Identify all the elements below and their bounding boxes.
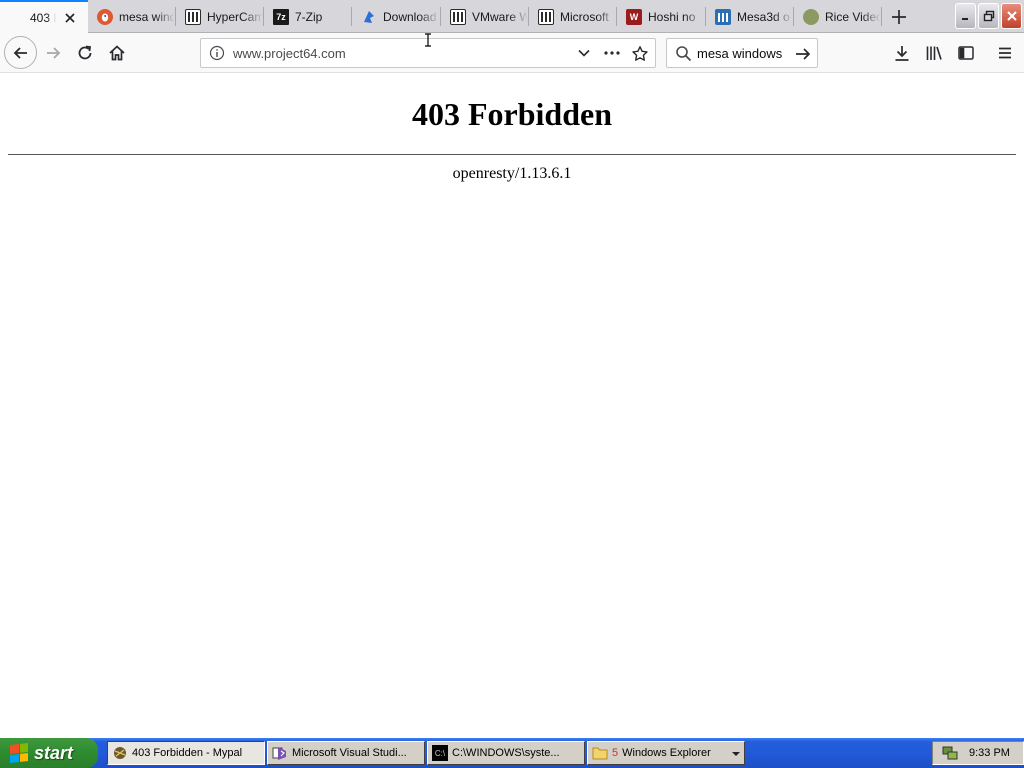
tab-vmware[interactable]: VMware W <box>441 0 529 33</box>
start-label: start <box>34 742 74 763</box>
group-count: 5 <box>612 747 619 759</box>
tab-label: Mesa3d o <box>737 9 790 24</box>
minimize-icon <box>961 18 968 20</box>
page-content: 403 Forbidden openresty/1.13.6.1 <box>0 74 1024 738</box>
search-icon <box>676 46 692 62</box>
restore-icon <box>983 10 994 22</box>
tab-hoshi-no[interactable]: W Hoshi no <box>617 0 706 33</box>
page-heading: 403 Forbidden <box>411 96 613 132</box>
search-bar[interactable]: mesa windows <box>666 38 818 68</box>
sourceforge-icon <box>538 8 554 25</box>
back-button[interactable] <box>4 36 37 69</box>
server-signature: openresty/1.13.6.1 <box>452 165 572 182</box>
taskbar: start 403 Forbidden - Mypal Microsoft Vi… <box>0 738 1024 768</box>
restore-button[interactable] <box>978 3 999 29</box>
minimize-button[interactable] <box>955 3 976 29</box>
taskbar-item-label: C:\WINDOWS\syste... <box>452 747 560 759</box>
plus-icon <box>892 10 906 24</box>
visual-studio-icon <box>272 745 288 761</box>
tab-rice-video[interactable]: Rice Video <box>794 0 882 33</box>
reload-button[interactable] <box>73 41 97 65</box>
duckduckgo-icon <box>97 8 113 25</box>
home-button[interactable] <box>105 41 129 65</box>
taskbar-item-label: 403 Forbidden - Mypal <box>132 747 243 759</box>
start-button[interactable]: start <box>0 738 98 768</box>
close-tab-icon[interactable] <box>62 10 78 26</box>
tab-microsoft[interactable]: Microsoft <box>529 0 617 33</box>
forward-button[interactable] <box>41 41 65 65</box>
tab-7zip[interactable]: 7z 7-Zip <box>264 0 352 33</box>
clock[interactable]: 9:33 PM <box>969 747 1010 759</box>
taskbar-item-windows-explorer[interactable]: 5 Windows Explorer <box>587 741 745 765</box>
library-icon <box>926 46 942 60</box>
taskbar-item-visual-studio[interactable]: Microsoft Visual Studi... <box>267 741 425 765</box>
tab-label: Microsoft <box>560 9 609 24</box>
system-tray: 9:33 PM <box>932 741 1024 765</box>
tab-label: Rice Video <box>825 9 881 24</box>
page-actions-icon[interactable] <box>603 46 621 60</box>
chevron-down-icon[interactable] <box>732 751 740 757</box>
text-cursor-icon <box>425 33 431 47</box>
tab-download[interactable]: Download <box>352 0 441 33</box>
tab-label: 7-Zip <box>295 9 323 24</box>
cmd-icon: C:\ <box>432 745 448 761</box>
hamburger-menu-icon <box>999 47 1011 59</box>
info-icon[interactable] <box>209 45 225 61</box>
reload-icon <box>78 45 92 60</box>
taskbar-item-label: Windows Explorer <box>622 747 711 759</box>
home-icon <box>109 45 125 61</box>
new-tab-button[interactable] <box>889 7 909 27</box>
tab-403-forbidden[interactable]: 403 Forbidden <box>0 0 88 33</box>
menu-button[interactable] <box>994 42 1016 64</box>
chevron-down-icon[interactable] <box>577 46 591 60</box>
library-button[interactable] <box>923 42 945 64</box>
sidebar-icon <box>958 46 974 60</box>
tab-label: Hoshi no <box>648 9 696 24</box>
url-text[interactable]: www.project64.com <box>233 46 346 61</box>
7zip-icon: 7z <box>273 8 289 25</box>
divider <box>8 154 1016 155</box>
taskbar-item-label: Microsoft Visual Studi... <box>292 747 407 759</box>
search-query[interactable]: mesa windows <box>697 46 782 61</box>
tab-mesa3d[interactable]: Mesa3d o <box>706 0 794 33</box>
bookmark-star-icon[interactable] <box>631 45 649 63</box>
taskbar-item-mypal[interactable]: 403 Forbidden - Mypal <box>107 741 265 765</box>
taskbar-item-cmd[interactable]: C:\ C:\WINDOWS\syste... <box>427 741 585 765</box>
close-window-button[interactable] <box>1001 3 1022 29</box>
network-icon[interactable] <box>941 745 959 761</box>
tab-label: Download <box>383 9 437 24</box>
w-icon: W <box>626 8 642 25</box>
navigation-toolbar: www.project64.com mesa windows <box>0 33 1024 73</box>
tab-strip: 403 Forbidden mesa windows HyperCam 7z 7… <box>0 0 1024 33</box>
tab-label: HyperCam <box>207 9 263 24</box>
downloads-button[interactable] <box>891 42 913 64</box>
download-icon <box>895 46 909 61</box>
tab-label: mesa windows <box>119 9 175 24</box>
tab-label: VMware W <box>472 9 528 24</box>
windows-logo-icon <box>10 743 28 763</box>
tab-mesa-windows[interactable]: mesa windows <box>88 0 176 33</box>
search-go-arrow-icon[interactable] <box>794 45 812 63</box>
close-icon <box>1006 11 1017 21</box>
tab-label: 403 Forbidden <box>30 10 56 25</box>
folder-icon <box>592 745 608 761</box>
sourceforge-icon <box>185 8 201 25</box>
rice-icon <box>803 8 819 25</box>
sourceforge-icon <box>450 8 466 25</box>
mypal-icon <box>112 745 128 761</box>
arrow-left-icon <box>13 46 27 59</box>
tab-hypercam[interactable]: HyperCam <box>176 0 264 33</box>
download-site-icon <box>361 9 377 25</box>
sidebar-button[interactable] <box>955 42 977 64</box>
arrow-right-icon <box>47 47 61 59</box>
mesa-icon <box>715 8 731 25</box>
